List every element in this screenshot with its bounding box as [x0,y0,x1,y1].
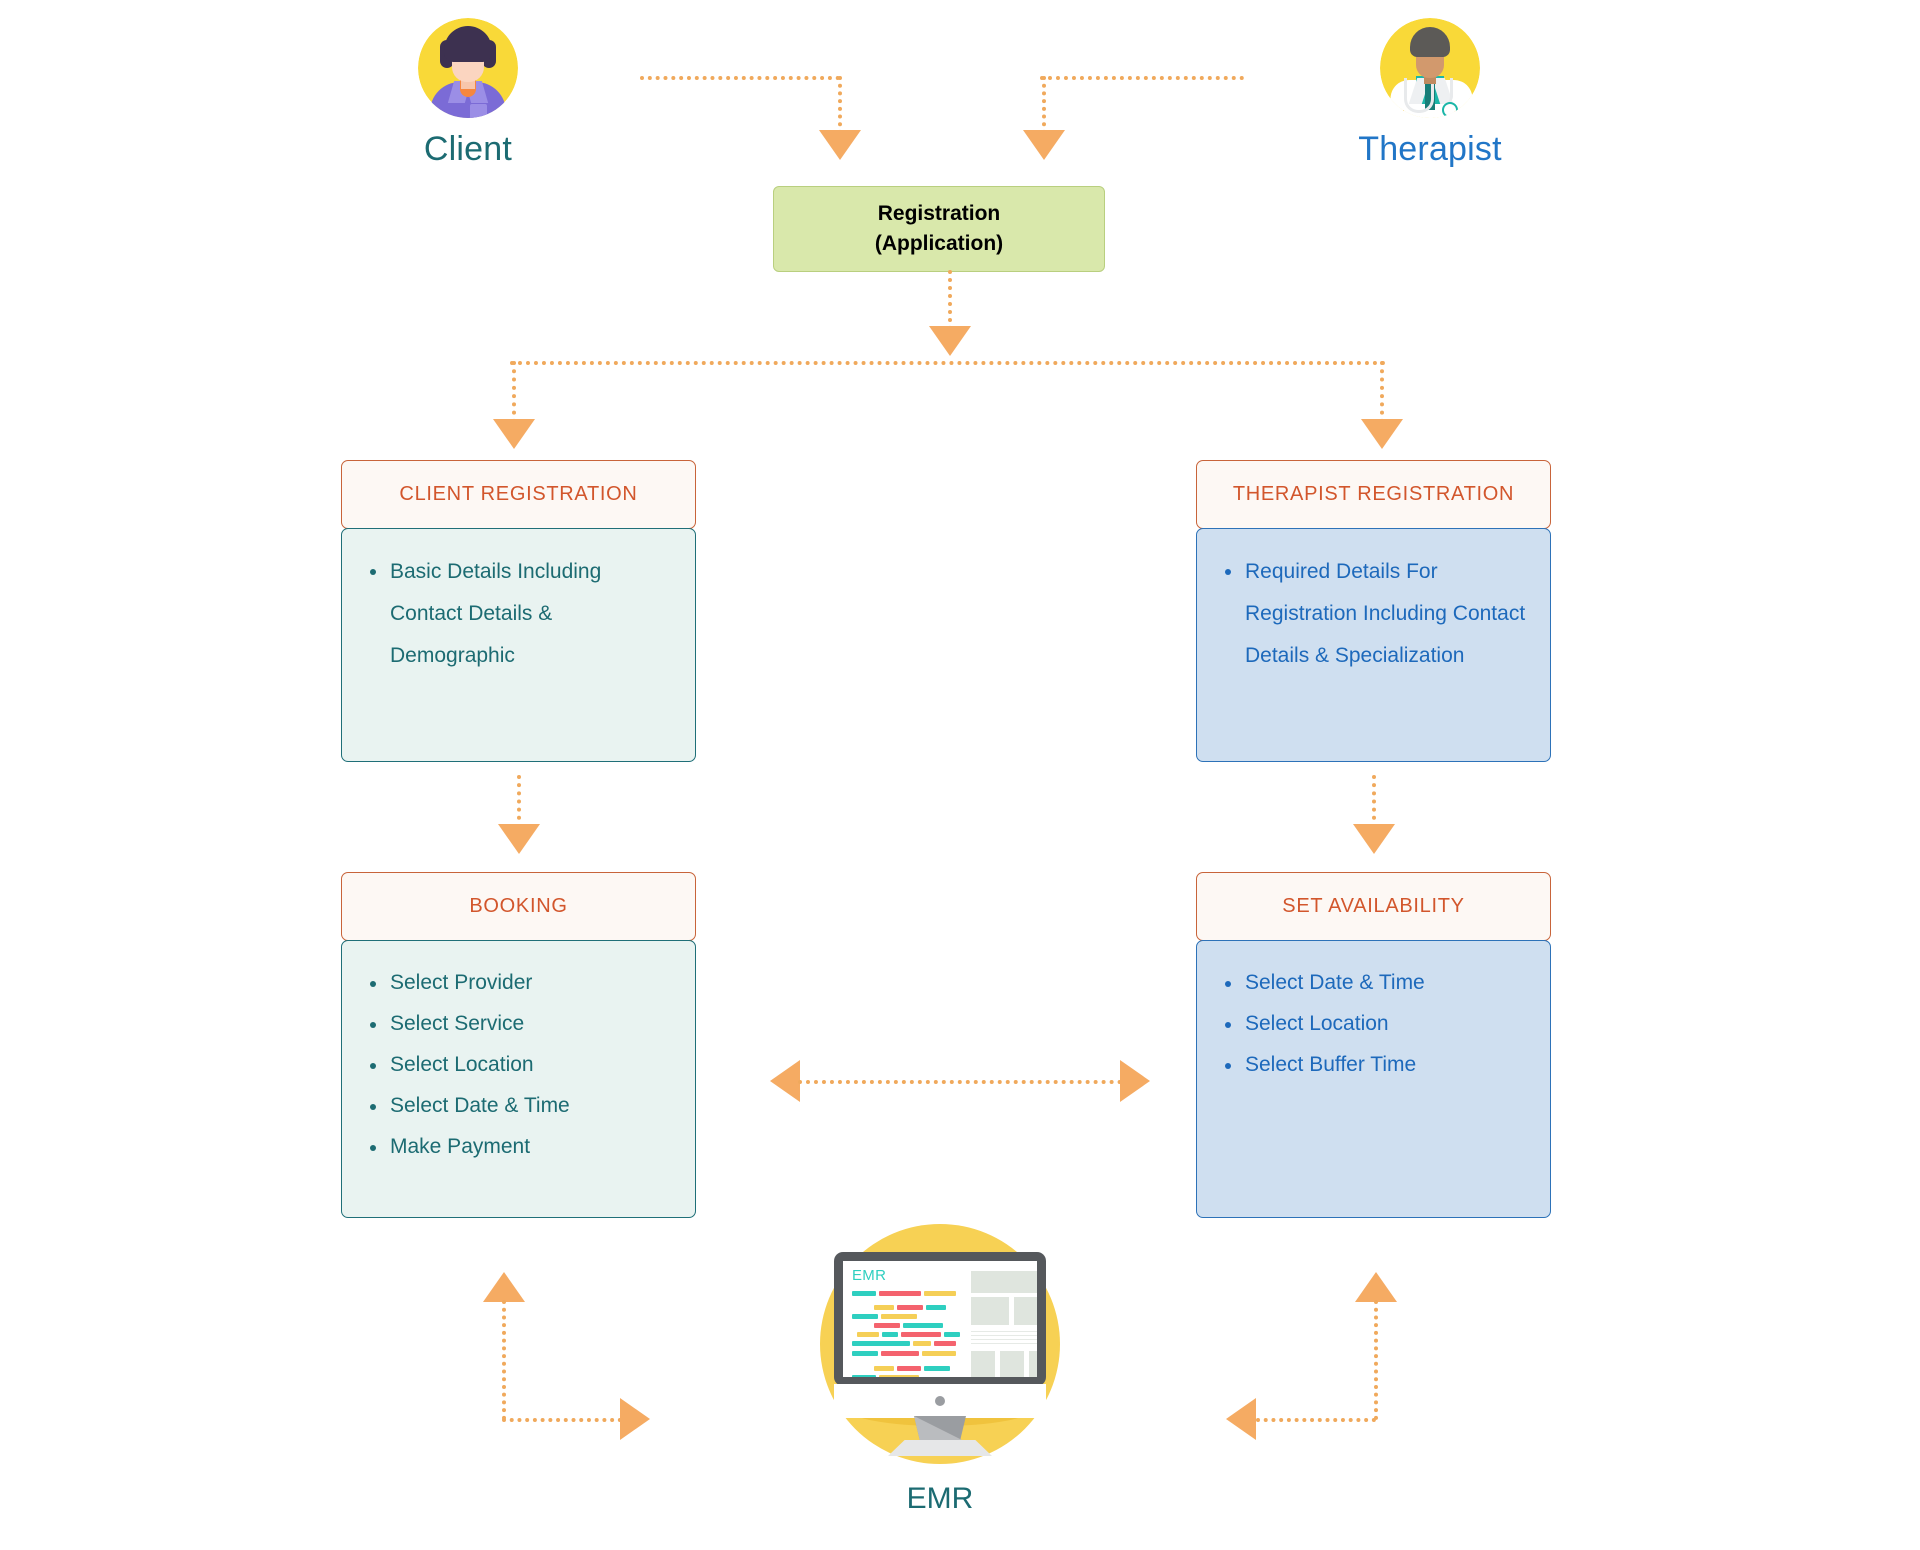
emr-monitor-icon: EMR [820,1224,1060,1464]
therapist-registration-list: Required Details For Registration Includ… [1219,551,1528,677]
set-availability-header[interactable]: SET AVAILABILITY [1196,872,1551,941]
emr-node[interactable]: EMR EMR [820,1224,1060,1516]
connector-client-to-registration-down [838,76,842,134]
booking-header[interactable]: BOOKING [341,872,696,941]
connector-emr-booking-horizontal [502,1418,622,1422]
list-item: Required Details For Registration Includ… [1219,551,1528,677]
list-item: Select Buffer Time [1219,1045,1528,1086]
arrowhead-to-client-registration [493,419,535,449]
set-availability-body: Select Date & Time Select Location Selec… [1196,940,1551,1218]
card-set-availability: SET AVAILABILITY Select Date & Time Sele… [1196,872,1551,1218]
connector-branch-bus [510,361,1386,365]
arrowhead-booking-availability-left [770,1060,800,1102]
arrowhead-emr-to-booking [483,1272,525,1302]
arrowhead-client-to-registration [819,130,861,160]
client-registration-header[interactable]: CLIENT REGISTRATION [341,460,696,529]
booking-body: Select Provider Select Service Select Lo… [341,940,696,1218]
registration-application-box[interactable]: Registration (Application) [773,186,1105,272]
emr-screen: EMR [843,1261,1037,1377]
arrowhead-emr-to-availability [1355,1272,1397,1302]
therapist-registration-body: Required Details For Registration Includ… [1196,528,1551,762]
arrowhead-to-therapist-registration [1361,419,1403,449]
connector-therapist-reg-to-availability [1372,775,1376,828]
client-label: Client [423,130,513,168]
list-item: Select Provider [364,963,673,1004]
connector-emr-booking-vertical [502,1300,506,1420]
arrowhead-registration-down [929,326,971,356]
card-booking: BOOKING Select Provider Select Service S… [341,872,696,1218]
connector-client-to-registration [640,76,840,80]
arrowhead-client-reg-to-booking [498,824,540,854]
connector-therapist-to-registration-down [1042,76,1046,134]
emr-label: EMR [906,1482,974,1515]
list-item: Select Date & Time [364,1086,673,1127]
arrowhead-booking-availability-right [1120,1060,1150,1102]
registration-line1: Registration [877,202,1001,226]
therapist-label: Therapist [1358,130,1502,168]
set-availability-list: Select Date & Time Select Location Selec… [1219,963,1528,1086]
client-avatar-icon [418,18,518,118]
booking-list: Select Provider Select Service Select Lo… [364,963,673,1168]
list-item: Select Location [1219,1004,1528,1045]
card-client-registration: CLIENT REGISTRATION Basic Details Includ… [341,460,696,762]
connector-branch-left-down [512,361,516,423]
arrowhead-booking-to-emr [620,1398,650,1440]
arrowhead-therapist-to-registration [1023,130,1065,160]
emr-screen-title: EMR [852,1267,887,1284]
connector-emr-availability-vertical [1374,1300,1378,1420]
actor-client: Client [368,18,568,166]
arrowhead-availability-to-emr [1226,1398,1256,1440]
client-registration-list: Basic Details Including Contact Details … [364,551,673,677]
therapist-avatar-icon [1380,18,1480,118]
list-item: Select Location [364,1045,673,1086]
therapist-registration-header[interactable]: THERAPIST REGISTRATION [1196,460,1551,529]
connector-emr-availability-horizontal [1256,1418,1376,1422]
list-item: Make Payment [364,1127,673,1168]
list-item: Basic Details Including Contact Details … [364,551,673,677]
connector-client-reg-to-booking [517,775,521,828]
connector-branch-right-down [1380,361,1384,423]
client-registration-body: Basic Details Including Contact Details … [341,528,696,762]
list-item: Select Date & Time [1219,963,1528,1004]
registration-line2: (Application) [874,232,1004,255]
card-therapist-registration: THERAPIST REGISTRATION Required Details … [1196,460,1551,762]
connector-therapist-to-registration [1040,76,1244,80]
arrowhead-therapist-reg-to-availability [1353,824,1395,854]
connector-registration-down [948,270,952,330]
actor-therapist: Therapist [1330,18,1530,166]
flowchart-canvas: Client Therapist Registration (Applicati… [0,0,1920,1550]
list-item: Select Service [364,1004,673,1045]
connector-booking-availability [798,1080,1122,1084]
